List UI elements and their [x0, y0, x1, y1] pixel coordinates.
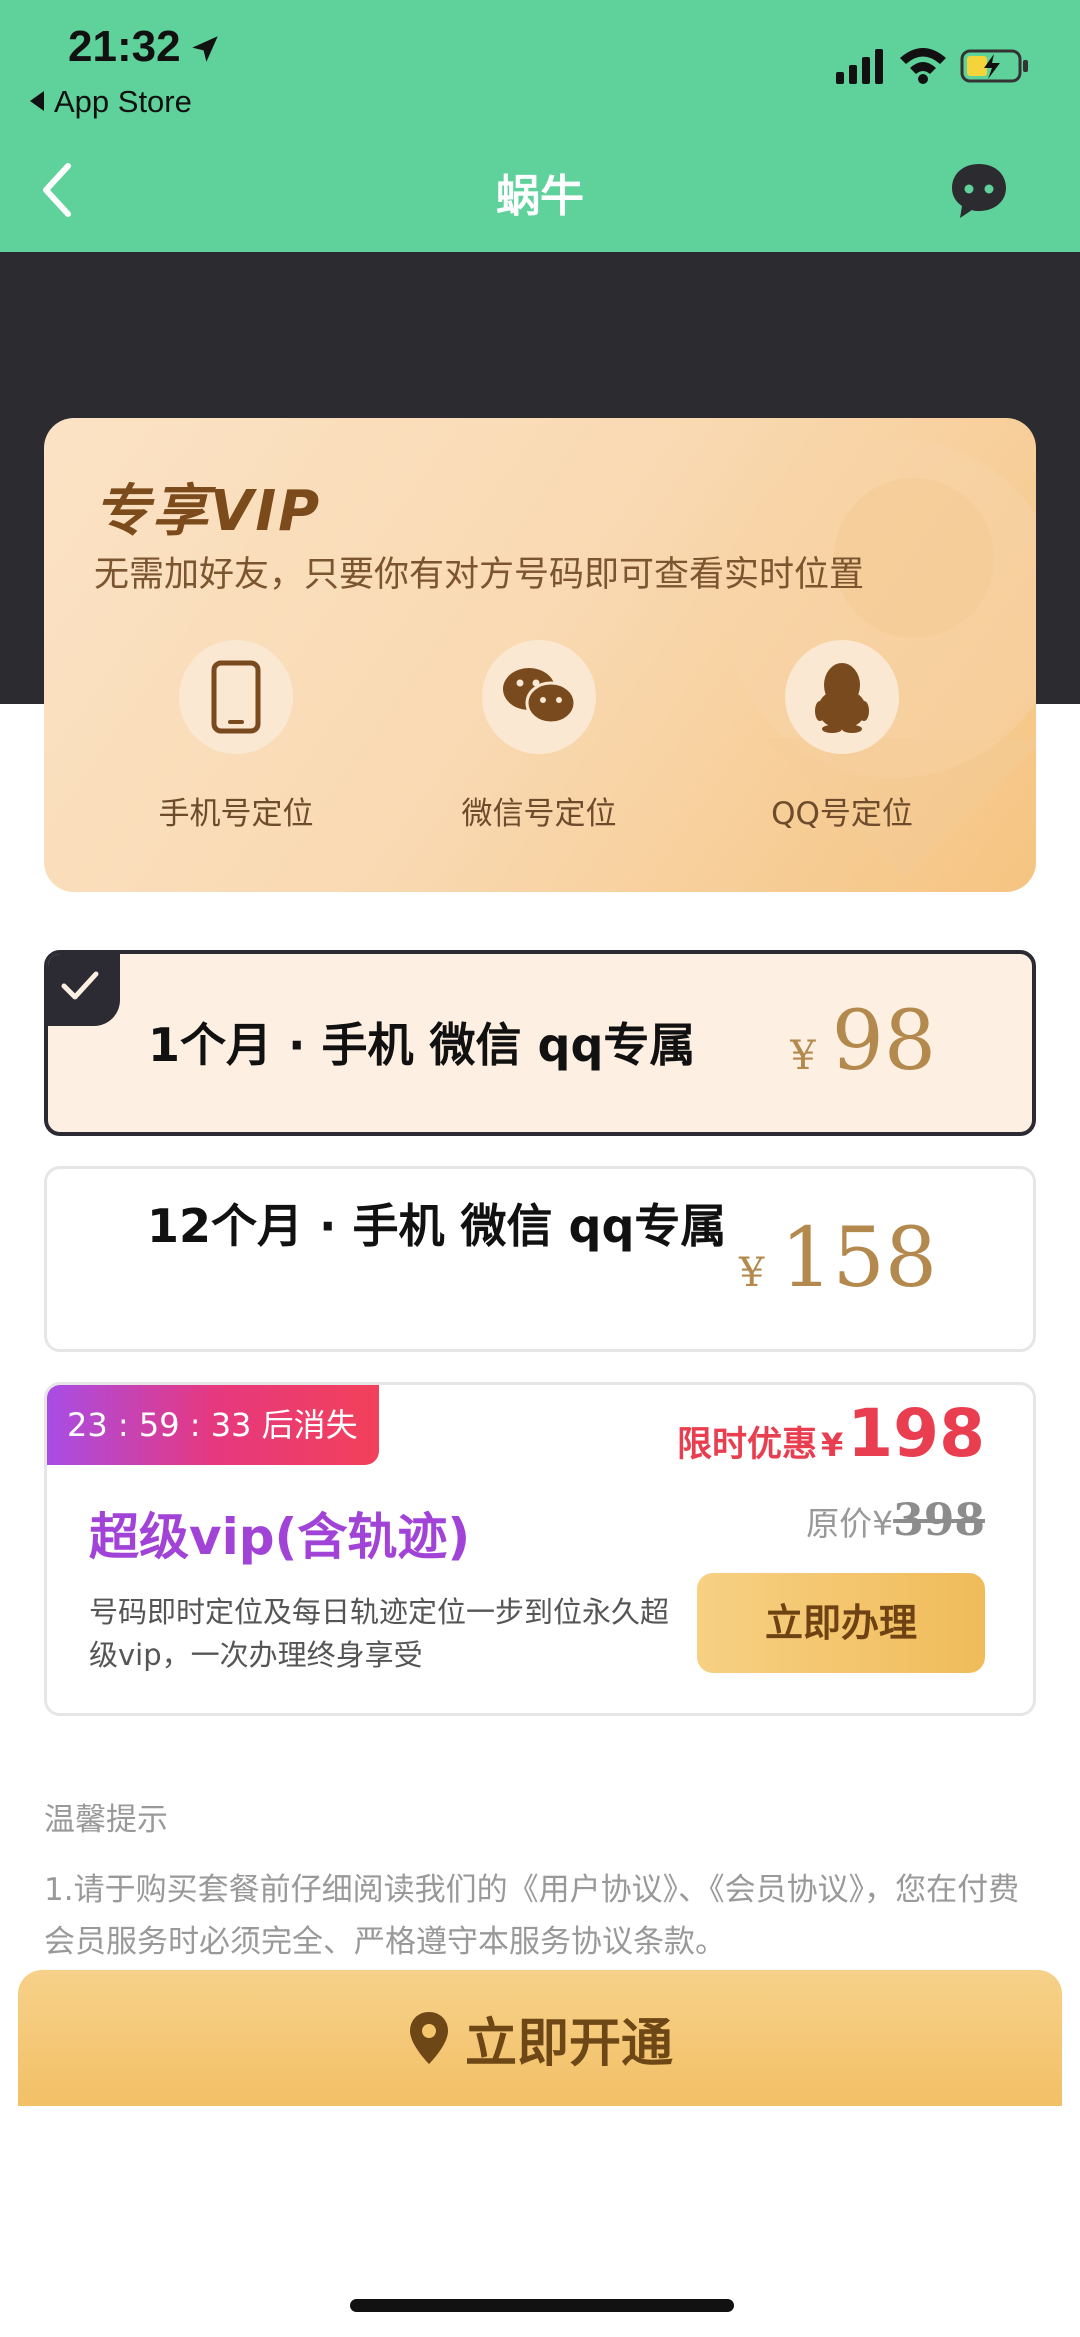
- feature-qq-locate: QQ号定位: [732, 640, 952, 833]
- plan-option-1month[interactable]: 1个月 · 手机 微信 qq专属 ¥98: [44, 950, 1036, 1136]
- plan-name: 1个月 · 手机 微信 qq专属: [148, 1018, 696, 1072]
- feature-label: QQ号定位: [771, 796, 913, 832]
- home-indicator[interactable]: [350, 2299, 734, 2312]
- back-triangle-icon: [30, 91, 44, 111]
- original-price-label: 原价: [806, 1504, 873, 1543]
- phone-icon: [211, 660, 261, 734]
- price-value: 98: [831, 994, 936, 1089]
- feature-label: 手机号定位: [158, 796, 314, 832]
- promo-label: 限时优惠: [676, 1425, 817, 1465]
- feature-phone-locate: 手机号定位: [126, 640, 346, 833]
- currency-symbol: ¥: [820, 1426, 844, 1464]
- apply-now-button[interactable]: 立即办理: [697, 1573, 985, 1673]
- location-arrow-icon: [192, 36, 218, 62]
- super-vip-title: 超级vip(含轨迹): [89, 1508, 471, 1566]
- currency-symbol: ¥: [872, 1504, 894, 1543]
- tips-text: 1.请于购买套餐前仔细阅读我们的《用户协议》、《会员协议》，您在付费会员服务时必…: [44, 1872, 1020, 1960]
- countdown-badge: 23 : 59 : 33 后消失: [47, 1385, 379, 1465]
- checkmark-icon: [61, 971, 99, 1000]
- super-vip-offer: 23 : 59 : 33 后消失 限时优惠 ¥198 超级vip(含轨迹) 原价¥…: [44, 1382, 1036, 1716]
- super-vip-description: 号码即时定位及每日轨迹定位一步到位永久超级vip，一次办理终身享受: [89, 1595, 670, 1672]
- back-app-label: App Store: [54, 84, 192, 119]
- tips-title: 温馨提示: [44, 1802, 168, 1838]
- feature-label: 微信号定位: [461, 796, 617, 832]
- vip-title: 专享VIP: [94, 479, 322, 544]
- price-value: 158: [780, 1211, 937, 1306]
- original-price: 原价¥398: [806, 1495, 985, 1546]
- page-title: 蜗牛: [496, 171, 584, 222]
- open-now-button[interactable]: 立即开通: [18, 1970, 1062, 2106]
- promo-price-value: 198: [847, 1395, 985, 1472]
- qq-penguin-icon: [815, 663, 869, 733]
- status-time: 21:32: [68, 22, 181, 71]
- plan-price: ¥98: [790, 994, 936, 1089]
- promo-price: 限时优惠 ¥198: [677, 1395, 985, 1472]
- currency-symbol: ¥: [790, 1033, 816, 1079]
- cellular-signal-icon: [836, 49, 883, 84]
- plan-name: 12个月 · 手机 微信 qq专属: [147, 1199, 727, 1253]
- plan-price: ¥158: [739, 1211, 937, 1306]
- location-pin-icon: [409, 2012, 448, 2064]
- open-now-label: 立即开通: [464, 2013, 673, 2074]
- vip-card: 专享VIP 无需加好友，只要你有对方号码即可查看实时位置 手机号定位 微信号定位: [44, 418, 1036, 892]
- feature-wechat-locate: 微信号定位: [429, 640, 649, 833]
- header-bar: 21:32 App Store 蜗牛: [0, 0, 1080, 252]
- vip-subtitle: 无需加好友，只要你有对方号码即可查看实时位置: [94, 555, 865, 595]
- original-price-value: 398: [893, 1495, 985, 1546]
- wechat-icon: [503, 668, 577, 725]
- plan-option-12month[interactable]: 12个月 · 手机 微信 qq专属 ¥158: [44, 1166, 1036, 1352]
- chat-bubble-icon[interactable]: [948, 160, 1010, 222]
- currency-symbol: ¥: [739, 1250, 765, 1296]
- wifi-icon: [900, 48, 946, 84]
- selected-badge: [48, 954, 120, 1026]
- back-to-app-link[interactable]: App Store: [30, 84, 192, 120]
- battery-icon: [960, 49, 1028, 83]
